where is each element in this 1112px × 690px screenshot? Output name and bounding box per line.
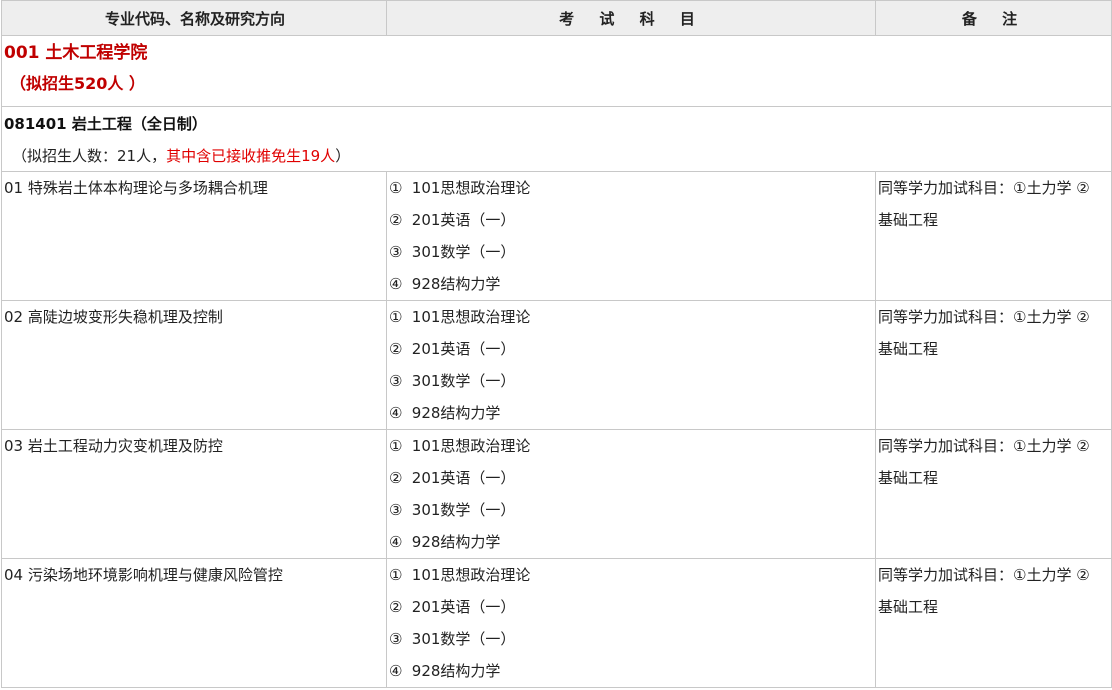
note-line: 基础工程 [878, 598, 939, 616]
exam-subject-item: ② 201英语（一） [389, 591, 875, 623]
subject-label: 928结构力学 [411, 533, 501, 551]
subject-number-marker: ④ [389, 662, 403, 680]
exam-subjects: ① 101思想政治理论 ② 201英语（一） ③ 301数学（一） ④ 928结构力学 [386, 558, 876, 688]
note-line: 同等学力加试科目：①土力学 ② [878, 566, 1090, 584]
direction-row: 01 特殊岩土体本构理论与多场耦合机理 ① 101思想政治理论 ② 201英语（一）… [1, 171, 1112, 301]
subject-label: 201英语（一） [411, 211, 516, 229]
exam-subject-item: ④ 928结构力学 [389, 397, 875, 429]
exam-subject-item: ④ 928结构力学 [389, 526, 875, 558]
note-line: 同等学力加试科目：①土力学 ② [878, 308, 1090, 326]
exam-subject-item: ① 101思想政治理论 [389, 172, 875, 204]
note-line: 基础工程 [878, 469, 939, 487]
direction-note: 同等学力加试科目：①土力学 ② 基础工程 [875, 558, 1112, 688]
subject-label: 101思想政治理论 [411, 179, 531, 197]
subject-label: 201英语（一） [411, 469, 516, 487]
subject-number-marker: ② [389, 598, 403, 616]
subject-label: 301数学（一） [411, 243, 516, 261]
note-line: 基础工程 [878, 211, 939, 229]
exam-subject-item: ② 201英语（一） [389, 462, 875, 494]
exam-subject-item: ① 101思想政治理论 [389, 301, 875, 333]
subject-label: 301数学（一） [411, 630, 516, 648]
exam-subject-item: ① 101思想政治理论 [389, 559, 875, 591]
direction-note: 同等学力加试科目：①土力学 ② 基础工程 [875, 171, 1112, 301]
subject-number-marker: ③ [389, 501, 403, 519]
major-quota-suffix: ） [335, 147, 351, 165]
subject-number-marker: ④ [389, 275, 403, 293]
exam-subjects: ① 101思想政治理论 ② 201英语（一） ③ 301数学（一） ④ 928结构力学 [386, 300, 876, 430]
header-major: 专业代码、名称及研究方向 [1, 0, 387, 36]
subject-number-marker: ③ [389, 372, 403, 390]
subject-number-marker: ② [389, 211, 403, 229]
college-cell: 001 土木工程学院 （拟招生520人 ） [1, 35, 1112, 107]
subject-number-marker: ① [389, 179, 403, 197]
subject-number-marker: ③ [389, 243, 403, 261]
direction-name: 04 污染场地环境影响机理与健康风险管控 [1, 558, 387, 688]
major-title: 081401 岩土工程（全日制） [4, 115, 207, 133]
directions-body: 01 特殊岩土体本构理论与多场耦合机理 ① 101思想政治理论 ② 201英语（一）… [1, 171, 1112, 688]
subject-number-marker: ④ [389, 533, 403, 551]
subject-label: 101思想政治理论 [411, 308, 531, 326]
header-subjects: 考 试 科 目 [386, 0, 876, 36]
direction-note: 同等学力加试科目：①土力学 ② 基础工程 [875, 300, 1112, 430]
subject-label: 201英语（一） [411, 598, 516, 616]
exam-subject-item: ③ 301数学（一） [389, 365, 875, 397]
exam-subject-item: ① 101思想政治理论 [389, 430, 875, 462]
major-quota-highlight: 其中含已接收推免生19人 [166, 147, 336, 165]
exam-subject-item: ④ 928结构力学 [389, 655, 875, 687]
direction-note: 同等学力加试科目：①土力学 ② 基础工程 [875, 429, 1112, 559]
exam-subject-item: ③ 301数学（一） [389, 236, 875, 268]
admissions-catalog-table: 专业代码、名称及研究方向 考 试 科 目 备 注 001 土木工程学院 （拟招生… [1, 0, 1112, 688]
exam-subject-item: ③ 301数学（一） [389, 623, 875, 655]
exam-subjects: ① 101思想政治理论 ② 201英语（一） ③ 301数学（一） ④ 928结构力学 [386, 429, 876, 559]
exam-subject-item: ③ 301数学（一） [389, 494, 875, 526]
subject-label: 101思想政治理论 [411, 566, 531, 584]
header-row: 专业代码、名称及研究方向 考 试 科 目 备 注 [1, 0, 1112, 36]
note-line: 同等学力加试科目：①土力学 ② [878, 437, 1090, 455]
subject-label: 301数学（一） [411, 501, 516, 519]
subject-number-marker: ② [389, 469, 403, 487]
subject-number-marker: ① [389, 437, 403, 455]
subject-label: 101思想政治理论 [411, 437, 531, 455]
subject-number-marker: ② [389, 340, 403, 358]
subject-label: 928结构力学 [411, 275, 501, 293]
note-line: 基础工程 [878, 340, 939, 358]
major-quota: （拟招生人数：21人，其中含已接收推免生19人） [4, 141, 1111, 171]
subject-number-marker: ① [389, 566, 403, 584]
subject-label: 301数学（一） [411, 372, 516, 390]
college-quota: （拟招生520人 ） [10, 74, 145, 93]
subject-number-marker: ③ [389, 630, 403, 648]
major-row: 081401 岩土工程（全日制） （拟招生人数：21人，其中含已接收推免生19人… [1, 106, 1112, 172]
college-row: 001 土木工程学院 （拟招生520人 ） [1, 35, 1112, 107]
direction-row: 04 污染场地环境影响机理与健康风险管控 ① 101思想政治理论 ② 201英语（一… [1, 558, 1112, 688]
major-quota-prefix: （拟招生人数：21人， [12, 147, 167, 165]
header-notes: 备 注 [875, 0, 1112, 36]
exam-subject-item: ② 201英语（一） [389, 204, 875, 236]
subject-label: 928结构力学 [411, 662, 501, 680]
subject-label: 201英语（一） [411, 340, 516, 358]
direction-row: 02 高陡边坡变形失稳机理及控制 ① 101思想政治理论 ② 201英语（一） ③ 3… [1, 300, 1112, 430]
subject-label: 928结构力学 [411, 404, 501, 422]
exam-subjects: ① 101思想政治理论 ② 201英语（一） ③ 301数学（一） ④ 928结构力学 [386, 171, 876, 301]
college-name: 001 土木工程学院 [4, 43, 148, 63]
direction-name: 03 岩土工程动力灾变机理及防控 [1, 429, 387, 559]
direction-name: 02 高陡边坡变形失稳机理及控制 [1, 300, 387, 430]
direction-name: 01 特殊岩土体本构理论与多场耦合机理 [1, 171, 387, 301]
subject-number-marker: ① [389, 308, 403, 326]
subject-number-marker: ④ [389, 404, 403, 422]
note-line: 同等学力加试科目：①土力学 ② [878, 179, 1090, 197]
direction-row: 03 岩土工程动力灾变机理及防控 ① 101思想政治理论 ② 201英语（一） ③ 3… [1, 429, 1112, 559]
exam-subject-item: ④ 928结构力学 [389, 268, 875, 300]
major-cell: 081401 岩土工程（全日制） （拟招生人数：21人，其中含已接收推免生19人… [1, 106, 1112, 172]
exam-subject-item: ② 201英语（一） [389, 333, 875, 365]
